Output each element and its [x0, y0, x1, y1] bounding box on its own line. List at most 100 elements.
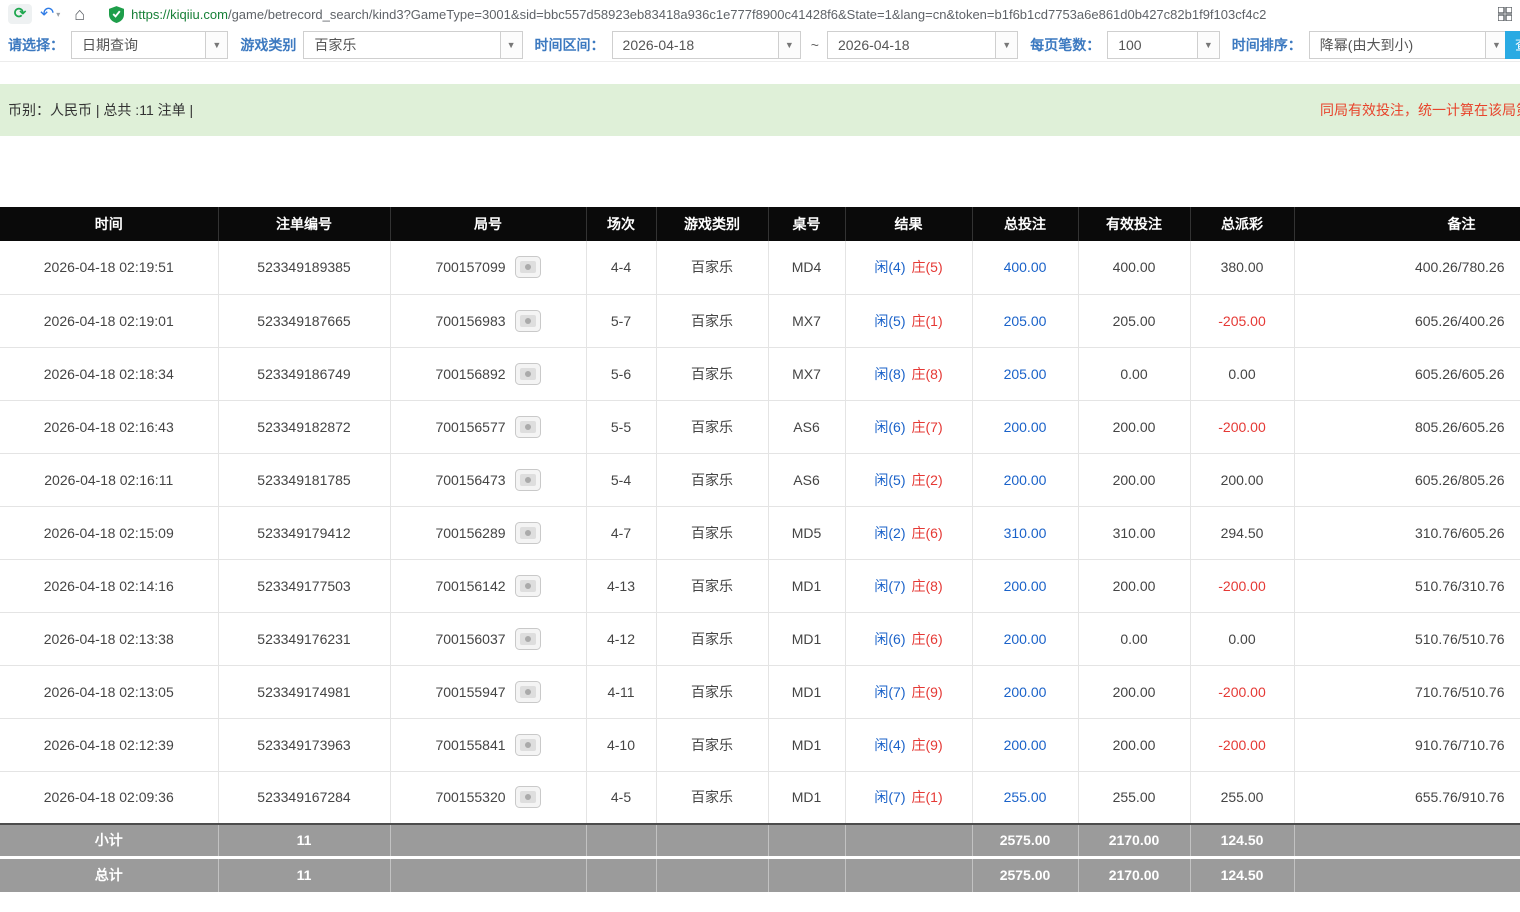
cell-total-bet: 205.00 [972, 347, 1078, 400]
replay-icon[interactable] [515, 786, 541, 808]
cell-session: 4-4 [586, 241, 656, 294]
cell-game-type: 百家乐 [656, 771, 768, 824]
table-row: 2026-04-18 02:13:38 523349176231 7001560… [0, 612, 1520, 665]
round-number: 700156577 [435, 419, 505, 435]
sort-dropdown[interactable]: 降幂(由大到小) ▼ [1309, 31, 1508, 59]
cell-total-bet: 200.00 [972, 612, 1078, 665]
result-banker: 庄(8) [912, 366, 943, 382]
chevron-down-icon[interactable]: ▼ [1197, 32, 1219, 58]
cell-session: 5-4 [586, 453, 656, 506]
round-number: 700156892 [435, 366, 505, 382]
search-button[interactable]: 查询 [1505, 31, 1520, 59]
page-size-value: 100 [1108, 32, 1197, 58]
cell-empty [768, 857, 845, 892]
cell-valid-bet: 205.00 [1078, 294, 1190, 347]
cell-empty [656, 824, 768, 857]
table-row: 2026-04-18 02:12:39 523349173963 7001558… [0, 718, 1520, 771]
chevron-down-icon[interactable]: ▼ [1485, 32, 1507, 58]
extensions-icon[interactable] [1498, 7, 1512, 21]
cell-empty [845, 857, 972, 892]
undo-button[interactable]: ↶ ▾ [40, 4, 60, 24]
page-size-dropdown[interactable]: 100 ▼ [1107, 31, 1220, 59]
total-row: 总计 11 2575.00 2170.00 124.50 [0, 857, 1520, 892]
cell-result: 闲(4)庄(5) [845, 241, 972, 294]
cell-result: 闲(7)庄(1) [845, 771, 972, 824]
round-number: 700155320 [435, 789, 505, 805]
date-to-dropdown[interactable]: 2026-04-18 ▼ [827, 31, 1018, 59]
chevron-down-icon[interactable]: ▼ [205, 32, 227, 58]
round-number: 700156473 [435, 472, 505, 488]
cell-payout: 200.00 [1190, 453, 1294, 506]
cell-payout: 380.00 [1190, 241, 1294, 294]
reload-icon: ⟳ [8, 4, 32, 24]
reload-button[interactable]: ⟳ [8, 4, 32, 24]
cell-empty [1294, 857, 1520, 892]
cell-bet-id: 523349176231 [218, 612, 390, 665]
chevron-down-icon[interactable]: ▼ [995, 32, 1017, 58]
replay-icon[interactable] [515, 310, 541, 332]
total-valid-bet: 2170.00 [1078, 857, 1190, 892]
replay-icon[interactable] [515, 628, 541, 650]
total-payout: 124.50 [1190, 857, 1294, 892]
result-player: 闲(5) [874, 472, 905, 488]
result-banker: 庄(9) [912, 684, 943, 700]
cell-round: 700155320 [390, 771, 586, 824]
cell-game-type: 百家乐 [656, 241, 768, 294]
result-banker: 庄(1) [912, 789, 943, 805]
result-player: 闲(6) [874, 631, 905, 647]
result-banker: 庄(2) [912, 472, 943, 488]
security-shield-icon [109, 6, 124, 23]
cell-valid-bet: 200.00 [1078, 400, 1190, 453]
cell-table-no: AS6 [768, 400, 845, 453]
header-time: 时间 [0, 207, 218, 241]
cell-time: 2026-04-18 02:12:39 [0, 718, 218, 771]
cell-valid-bet: 310.00 [1078, 506, 1190, 559]
cell-payout: 0.00 [1190, 612, 1294, 665]
cell-result: 闲(4)庄(9) [845, 718, 972, 771]
address-bar[interactable]: https://kiqiiu.com/game/betrecord_search… [109, 2, 1480, 26]
cell-result: 闲(5) 庄(2) [845, 453, 972, 506]
cell-table-no: MD1 [768, 612, 845, 665]
replay-icon[interactable] [515, 363, 541, 385]
cell-time: 2026-04-18 02:19:01 [0, 294, 218, 347]
replay-icon[interactable] [515, 734, 541, 756]
cell-valid-bet: 200.00 [1078, 718, 1190, 771]
cell-total-bet: 200.00 [972, 453, 1078, 506]
table-row: 2026-04-18 02:19:01 523349187665 7001569… [0, 294, 1520, 347]
cell-table-no: MX7 [768, 294, 845, 347]
chevron-down-icon[interactable]: ▼ [500, 32, 522, 58]
range-separator: ~ [811, 37, 819, 53]
chevron-down-icon[interactable]: ▼ [778, 32, 800, 58]
round-number: 700156142 [435, 578, 505, 594]
cell-result: 闲(8) 庄(8) [845, 347, 972, 400]
cell-table-no: MD4 [768, 241, 845, 294]
result-player: 闲(8) [874, 366, 905, 382]
cell-total-bet: 200.00 [972, 665, 1078, 718]
table-row: 2026-04-18 02:16:11 523349181785 7001564… [0, 453, 1520, 506]
query-type-dropdown[interactable]: 日期查询 ▼ [71, 31, 228, 59]
game-type-dropdown[interactable]: 百家乐 ▼ [303, 31, 522, 59]
replay-icon[interactable] [515, 256, 541, 278]
date-from-dropdown[interactable]: 2026-04-18 ▼ [612, 31, 801, 59]
game-type-value: 百家乐 [304, 32, 499, 58]
replay-icon[interactable] [515, 416, 541, 438]
replay-icon[interactable] [515, 469, 541, 491]
filter-bar: 请选择： 日期查询 ▼ 游戏类别 百家乐 ▼ 时间区间： 2026-04-18 … [0, 28, 1520, 62]
replay-icon[interactable] [515, 575, 541, 597]
cell-session: 4-12 [586, 612, 656, 665]
browser-chrome: ⟳ ↶ ▾ ⌂ https://kiqiiu.com/game/betrecor… [0, 0, 1520, 28]
replay-icon[interactable] [515, 522, 541, 544]
replay-icon[interactable] [515, 681, 541, 703]
cell-round: 700156289 [390, 506, 586, 559]
result-banker: 庄(1) [912, 313, 943, 329]
header-game-type: 游戏类别 [656, 207, 768, 241]
result-player: 闲(4) [874, 259, 905, 275]
cell-payout: -200.00 [1190, 400, 1294, 453]
cell-game-type: 百家乐 [656, 665, 768, 718]
cell-session: 4-7 [586, 506, 656, 559]
cell-valid-bet: 0.00 [1078, 347, 1190, 400]
home-button[interactable]: ⌂ [68, 4, 85, 24]
result-player: 闲(6) [874, 419, 905, 435]
subtotal-valid-bet: 2170.00 [1078, 824, 1190, 857]
home-icon: ⌂ [74, 4, 85, 24]
